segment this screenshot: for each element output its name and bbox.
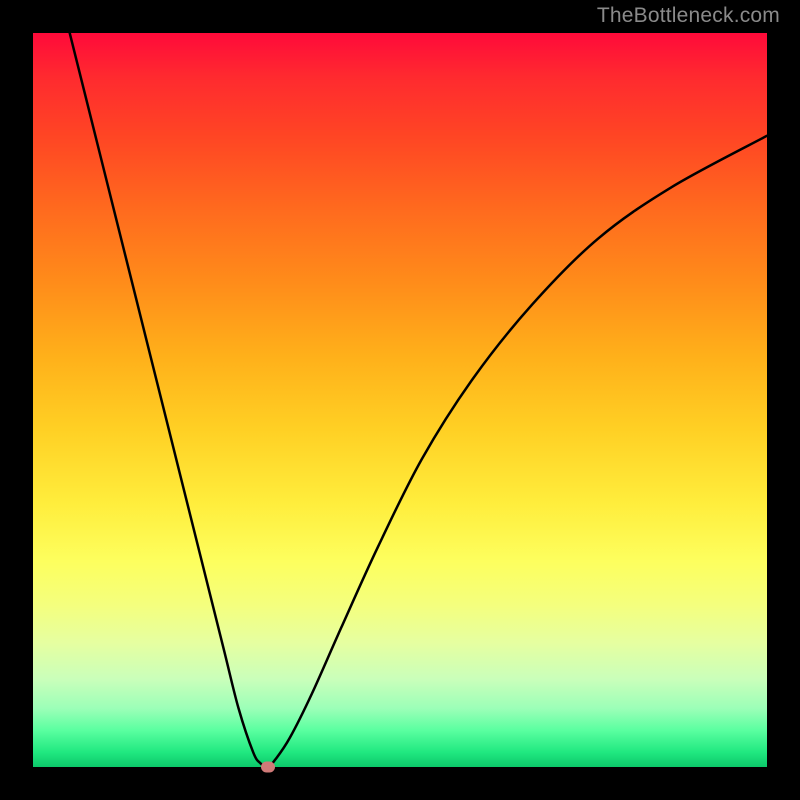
plot-area	[33, 33, 767, 767]
minimum-marker	[261, 762, 275, 773]
chart-container: TheBottleneck.com	[0, 0, 800, 800]
curve-svg	[33, 33, 767, 767]
bottleneck-curve-path	[70, 33, 767, 767]
watermark-text: TheBottleneck.com	[597, 4, 780, 28]
